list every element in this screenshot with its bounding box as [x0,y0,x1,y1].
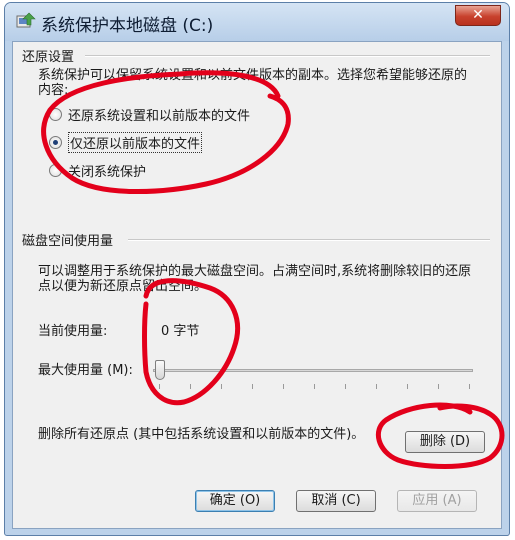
disk-section-title: 磁盘空间使用量 [22,234,114,249]
radio-turn-off-protection[interactable]: 关闭系统保护 [49,161,147,180]
slider-tick [159,384,160,389]
restore-section-divider [85,55,490,57]
radio-restore-settings-and-files[interactable]: 还原系统设置和以前版本的文件 [49,105,251,124]
cancel-button[interactable]: 取消 (C) [296,490,376,512]
system-protection-icon [16,12,36,28]
max-usage-slider-thumb[interactable] [155,360,165,380]
slider-tick [345,384,346,389]
restore-section-title: 还原设置 [22,50,75,65]
slider-tick [190,384,191,389]
slider-tick [221,384,222,389]
close-button[interactable]: ✕ [455,5,501,26]
radio-button-selected[interactable] [49,135,62,149]
max-usage-slider-track[interactable] [153,369,473,372]
slider-tick [283,384,284,389]
radio-button[interactable] [49,107,62,121]
slider-tick [438,384,439,389]
slider-tick [469,384,470,389]
apply-button[interactable]: 应用 (A) [397,490,477,512]
slider-ticks [159,384,470,389]
close-icon: ✕ [472,7,484,23]
dialog-content: 还原设置 系统保护可以保留系统设置和以前文件版本的副本。选择您希望能够还原的内容… [12,41,502,529]
delete-button[interactable]: 删除 (D) [405,431,485,453]
radio-label: 仅还原以前版本的文件 [68,131,203,153]
radio-button[interactable] [49,163,62,177]
slider-tick [252,384,253,389]
slider-tick [376,384,377,389]
max-usage-label: 最大使用量 (M): [38,363,133,378]
disk-description: 可以调整用于系统保护的最大磁盘空间。占满空间时,系统将删除较旧的还原点以便为新还… [38,264,472,294]
slider-tick [407,384,408,389]
disk-section-divider [128,239,490,241]
title-bar[interactable]: 系统保护本地磁盘 (C:) ✕ [5,3,509,41]
radio-label: 还原系统设置和以前版本的文件 [68,108,251,124]
restore-description: 系统保护可以保留系统设置和以前文件版本的副本。选择您希望能够还原的内容: [38,68,468,98]
dialog-window: 系统保护本地磁盘 (C:) ✕ 还原设置 系统保护可以保留系统设置和以前文件版本… [4,2,510,536]
window-title: 系统保护本地磁盘 (C:) [41,16,214,36]
delete-description: 删除所有还原点 (其中包括系统设置和以前版本的文件)。 [38,427,365,442]
current-usage-value: 0 字节 [161,324,200,339]
ok-button[interactable]: 确定 (O) [195,490,275,512]
radio-label: 关闭系统保护 [68,164,147,180]
slider-tick [314,384,315,389]
radio-restore-files-only[interactable]: 仅还原以前版本的文件 [49,131,203,153]
current-usage-label: 当前使用量: [38,324,108,339]
